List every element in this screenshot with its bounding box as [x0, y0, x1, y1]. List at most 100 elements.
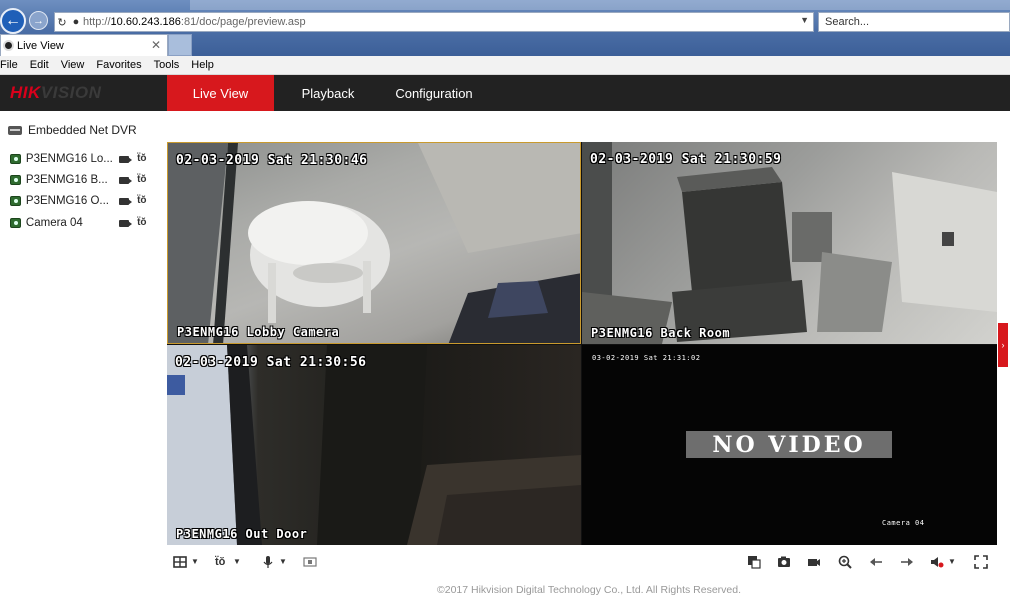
- no-video-overlay: NO VIDEO: [686, 431, 892, 458]
- menu-tools[interactable]: Tools: [154, 59, 180, 71]
- ptz-icon: ẗŏ: [215, 555, 226, 568]
- video-tile-lobby[interactable]: 02-03-2019 Sat 21:30:46 P3ENMG16 Lobby C…: [167, 142, 581, 344]
- address-dropdown-icon[interactable]: ▼: [800, 15, 809, 25]
- camera-feed: [168, 143, 580, 343]
- camera-label: P3ENMG16 Lo...: [25, 153, 113, 165]
- tab-live-view[interactable]: Live View: [167, 75, 274, 111]
- window-icon: [748, 555, 761, 569]
- next-page-button[interactable]: [900, 553, 914, 570]
- camera-sidebar: Embedded Net DVR P3ENMG16 Lo... ẗŏ P3EN…: [0, 111, 160, 551]
- hikvision-logo: HIKVISION: [10, 83, 102, 102]
- tile-camera-name: P3ENMG16 Out Door: [176, 527, 308, 541]
- browser-toolbar: ← → ↻ ● http://10.60.243.186:81/doc/page…: [0, 0, 1010, 56]
- snapshot-button[interactable]: [777, 553, 791, 570]
- ptz-icon[interactable]: ẗŏ: [137, 217, 150, 229]
- ptz-button[interactable]: ẗŏ ▼: [215, 553, 241, 570]
- url-suffix: :81/doc/page/preview.asp: [180, 16, 306, 28]
- camera-icon: [10, 175, 21, 185]
- ptz-icon[interactable]: ẗŏ: [137, 174, 150, 186]
- stream-icon: [303, 556, 317, 567]
- device-tree-root[interactable]: Embedded Net DVR: [8, 123, 137, 137]
- microphone-button[interactable]: ▼: [261, 553, 287, 570]
- camera-item[interactable]: P3ENMG16 O... ẗŏ: [10, 193, 150, 209]
- menu-edit[interactable]: Edit: [30, 59, 49, 71]
- new-tab-button[interactable]: [168, 34, 192, 56]
- microphone-icon: [263, 555, 273, 568]
- tab-configuration[interactable]: Configuration: [384, 75, 484, 111]
- record-icon: [808, 558, 820, 566]
- browser-background-strip: [190, 0, 1010, 10]
- tile-timestamp: 03-02-2019 Sat 21:31:02: [592, 354, 701, 362]
- zoom-button[interactable]: [838, 553, 852, 570]
- record-icon[interactable]: [119, 196, 133, 206]
- snapshot-icon: [778, 556, 790, 567]
- address-bar[interactable]: ↻ ● http://10.60.243.186:81/doc/page/pre…: [54, 12, 814, 32]
- close-tab-icon[interactable]: ✕: [151, 38, 161, 52]
- record-button[interactable]: [807, 553, 821, 570]
- fullscreen-icon: [974, 554, 988, 569]
- zoom-icon: [838, 555, 852, 569]
- chevron-down-icon: ▼: [191, 557, 199, 566]
- menu-file[interactable]: File: [0, 59, 18, 71]
- menu-help[interactable]: Help: [191, 59, 214, 71]
- tile-camera-name: P3ENMG16 Lobby Camera: [177, 325, 340, 339]
- layout-button[interactable]: ▼: [173, 553, 199, 570]
- url-host: 10.60.243.186: [110, 16, 181, 28]
- stream-button[interactable]: [303, 553, 317, 570]
- feed-scene: [167, 345, 581, 545]
- previous-icon: [870, 557, 882, 566]
- forward-button[interactable]: →: [29, 11, 48, 30]
- volume-button[interactable]: ▼: [930, 553, 956, 570]
- window-button[interactable]: [747, 553, 761, 570]
- collapse-panel-button[interactable]: ›: [998, 323, 1008, 367]
- feed-scene: [168, 143, 580, 343]
- camera-item[interactable]: P3ENMG16 Lo... ẗŏ: [10, 151, 150, 167]
- camera-icon: [10, 196, 21, 206]
- url-prefix: http://: [83, 16, 111, 28]
- previous-page-button[interactable]: [869, 553, 883, 570]
- chevron-down-icon: ▼: [233, 557, 241, 566]
- video-tile-out-door[interactable]: 02-03-2019 Sat 21:30:56 P3ENMG16 Out Doo…: [167, 345, 581, 545]
- feed-scene: [582, 142, 997, 344]
- favicon-icon: [3, 40, 14, 51]
- chevron-down-icon: ▼: [279, 557, 287, 566]
- menu-view[interactable]: View: [61, 59, 85, 71]
- fullscreen-button[interactable]: [974, 553, 988, 570]
- search-input[interactable]: Search...: [818, 12, 1010, 32]
- camera-item[interactable]: P3ENMG16 B... ẗŏ: [10, 172, 150, 188]
- volume-icon: [931, 556, 944, 567]
- tile-timestamp: 02-03-2019 Sat 21:30:59: [590, 152, 782, 167]
- browser-tab-live-view[interactable]: Live View ✕: [0, 34, 168, 56]
- next-icon: [901, 557, 913, 566]
- camera-label: P3ENMG16 O...: [25, 195, 110, 207]
- chevron-down-icon: ▼: [948, 557, 956, 566]
- footer-copyright: ©2017 Hikvision Digital Technology Co., …: [437, 584, 742, 596]
- camera-item[interactable]: Camera 04 ẗŏ: [10, 215, 150, 231]
- ptz-icon[interactable]: ẗŏ: [137, 153, 150, 165]
- site-icon: ●: [72, 16, 80, 28]
- tab-playback[interactable]: Playback: [286, 75, 370, 111]
- record-icon[interactable]: [119, 154, 133, 164]
- camera-feed: [582, 142, 997, 344]
- menu-bar: File Edit View Favorites Tools Help: [0, 56, 1010, 75]
- back-button[interactable]: ←: [0, 8, 26, 34]
- browser-tab-title: Live View: [17, 39, 64, 52]
- menu-favorites[interactable]: Favorites: [96, 59, 141, 71]
- camera-icon: [10, 154, 21, 164]
- refresh-icon[interactable]: ↻: [55, 16, 69, 29]
- tab-bar: Live View ✕: [0, 34, 1010, 56]
- camera-icon: [10, 218, 21, 228]
- record-icon[interactable]: [119, 218, 133, 228]
- record-icon[interactable]: [119, 175, 133, 185]
- live-view-toolbar: ▼ ẗŏ ▼ ▼ ▼: [167, 547, 997, 577]
- video-tile-back-room[interactable]: 02-03-2019 Sat 21:30:59 P3ENMG16 Back Ro…: [582, 142, 997, 344]
- video-tile-camera-04[interactable]: 03-02-2019 Sat 21:31:02 NO VIDEO Camera …: [582, 345, 997, 545]
- camera-label: Camera 04: [25, 217, 83, 229]
- tile-camera-name: Camera 04: [882, 519, 925, 527]
- device-label: Embedded Net DVR: [28, 123, 137, 137]
- app-header: HIKVISION Live View Playback Configurati…: [0, 75, 1010, 111]
- ptz-icon[interactable]: ẗŏ: [137, 195, 150, 207]
- camera-label: P3ENMG16 B...: [25, 174, 108, 186]
- camera-feed: [167, 345, 581, 545]
- tile-timestamp: 02-03-2019 Sat 21:30:46: [176, 153, 368, 168]
